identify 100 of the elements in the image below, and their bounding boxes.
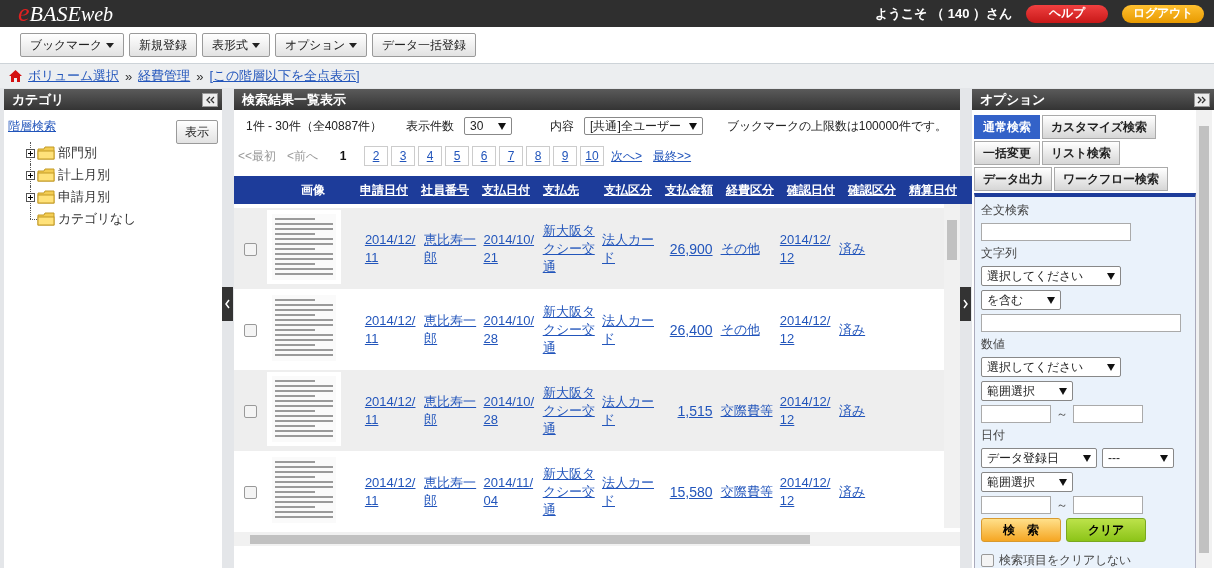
range-start-field[interactable] [981,496,1051,514]
table-cell-link[interactable]: その他 [720,320,760,339]
column-header[interactable]: 社員番号 [417,176,478,204]
tab[interactable]: 一括変更 [974,141,1040,165]
column-header[interactable]: 支払日付 [478,176,539,204]
column-header[interactable]: 確認区分 [844,176,905,204]
dropdown[interactable]: 範囲選択 [981,381,1073,401]
table-cell-link[interactable]: 2014/12/11 [364,473,417,510]
page-link[interactable]: 4 [418,146,443,166]
checkbox[interactable] [981,554,994,567]
vertical-scrollbar[interactable] [944,204,960,528]
page-link[interactable]: 3 [391,146,416,166]
page-link[interactable]: 2 [364,146,389,166]
table-cell-link[interactable]: 2014/12/12 [779,473,832,510]
text-field[interactable] [981,314,1181,332]
page-link[interactable]: 10 [580,146,605,166]
column-header[interactable]: 精算日付 [905,176,972,204]
column-header[interactable]: 経費区分 [722,176,783,204]
table-cell-link[interactable]: 新大阪タクシー交通 [542,464,595,519]
column-header[interactable]: 確認日付 [783,176,844,204]
table-cell-link[interactable]: 法人カード [602,311,654,348]
table-cell-link[interactable]: 2014/12/12 [779,230,832,267]
tree-item[interactable]: 部門別 [58,144,97,162]
clear-button[interactable]: クリア [1066,518,1146,542]
tree-item[interactable]: カテゴリなし [58,210,136,228]
table-cell-link[interactable]: 済み [839,239,866,258]
range-end-field[interactable] [1073,496,1143,514]
dropdown[interactable]: 選択してください [981,266,1121,286]
table-cell-link[interactable]: 交際費等 [720,482,773,501]
column-header[interactable]: 支払先 [539,176,600,204]
breadcrumb-link[interactable]: 経費管理 [138,67,191,85]
table-cell-link[interactable]: 1,515 [677,401,713,420]
toolbar-button[interactable]: オプション [275,33,367,57]
tab[interactable]: データ出力 [974,167,1052,191]
dropdown[interactable]: を含む [981,290,1061,310]
dropdown[interactable]: 範囲選択 [981,472,1073,492]
table-cell-link[interactable]: 2014/10/28 [483,392,536,429]
table-cell-link[interactable]: 26,900 [669,239,713,258]
expand-toggle-icon[interactable] [26,170,35,180]
table-cell-link[interactable]: 2014/12/11 [364,230,417,267]
table-cell-link[interactable]: 法人カード [602,392,654,429]
table-cell-link[interactable]: 26,400 [669,320,713,339]
table-cell-link[interactable]: 新大阪タクシー交通 [542,383,595,438]
column-header[interactable]: 支払金額 [661,176,722,204]
page-link[interactable]: 8 [526,146,551,166]
column-header[interactable]: 申請日付 [356,176,417,204]
table-cell-link[interactable]: 恵比寿一郎 [424,392,477,429]
table-cell-link[interactable]: 恵比寿一郎 [424,311,477,348]
tab[interactable]: リスト検索 [1042,141,1120,165]
dropdown[interactable]: 選択してください [981,357,1121,377]
table-cell-link[interactable]: 済み [839,401,866,420]
table-cell-link[interactable]: 15,580 [669,482,713,501]
text-field[interactable] [981,223,1131,241]
table-cell-link[interactable]: 恵比寿一郎 [424,230,477,267]
table-cell-link[interactable]: 2014/11/04 [483,473,536,510]
toolbar-button[interactable]: ブックマーク [20,33,124,57]
table-cell-link[interactable]: 2014/10/28 [483,311,536,348]
dropdown[interactable]: データ登録日 [981,448,1097,468]
range-end-field[interactable] [1073,405,1143,423]
table-cell-link[interactable]: その他 [720,239,760,258]
breadcrumb-link[interactable]: ボリューム選択 [28,67,119,85]
table-cell-link[interactable]: 済み [839,482,866,501]
expand-toggle-icon[interactable] [26,192,35,202]
tree-item[interactable]: 計上月別 [58,166,110,184]
collapse-handle[interactable] [222,287,233,321]
dropdown[interactable]: --- [1102,448,1174,468]
tab[interactable]: 通常検索 [974,115,1040,139]
table-cell-link[interactable]: 恵比寿一郎 [424,473,477,510]
table-cell-link[interactable]: 2014/12/11 [364,392,417,429]
search-button[interactable]: 検 索 [981,518,1061,542]
table-cell-link[interactable]: 新大阪タクシー交通 [542,302,595,357]
range-start-field[interactable] [981,405,1051,423]
table-cell-link[interactable]: 2014/12/12 [779,392,832,429]
row-checkbox[interactable] [244,485,258,499]
table-cell-link[interactable]: 済み [839,320,866,339]
show-button[interactable]: 表示 [176,120,218,144]
collapse-handle[interactable] [960,287,971,321]
last-page-link[interactable]: 最終>> [653,147,692,165]
table-cell-link[interactable]: 2014/10/21 [483,230,536,267]
page-link[interactable]: 1 [331,146,356,166]
table-cell-link[interactable]: 交際費等 [720,401,773,420]
toolbar-button[interactable]: 表形式 [202,33,270,57]
tab[interactable]: ワークフロー検索 [1054,167,1168,191]
home-icon[interactable] [9,70,22,82]
tree-item[interactable]: 申請月別 [58,188,110,206]
table-cell-link[interactable]: 2014/12/11 [364,311,417,348]
page-link[interactable]: 5 [445,146,470,166]
hierarchy-search-link[interactable]: 階層検索 [8,118,56,135]
next-page-link[interactable]: 次へ> [611,147,643,165]
table-cell-link[interactable]: 法人カード [602,230,654,267]
page-link[interactable]: 9 [553,146,578,166]
page-size-dropdown[interactable]: 30 [464,117,513,135]
breadcrumb-link[interactable]: [この階層以下を全点表示] [209,67,360,85]
column-header[interactable]: 支払区分 [600,176,661,204]
tab[interactable]: カスタマイズ検索 [1042,115,1156,139]
row-checkbox[interactable] [244,242,258,256]
page-link[interactable]: 7 [499,146,524,166]
row-checkbox[interactable] [244,323,258,337]
horizontal-scrollbar[interactable] [234,532,960,546]
toolbar-button[interactable]: 新規登録 [129,33,197,57]
